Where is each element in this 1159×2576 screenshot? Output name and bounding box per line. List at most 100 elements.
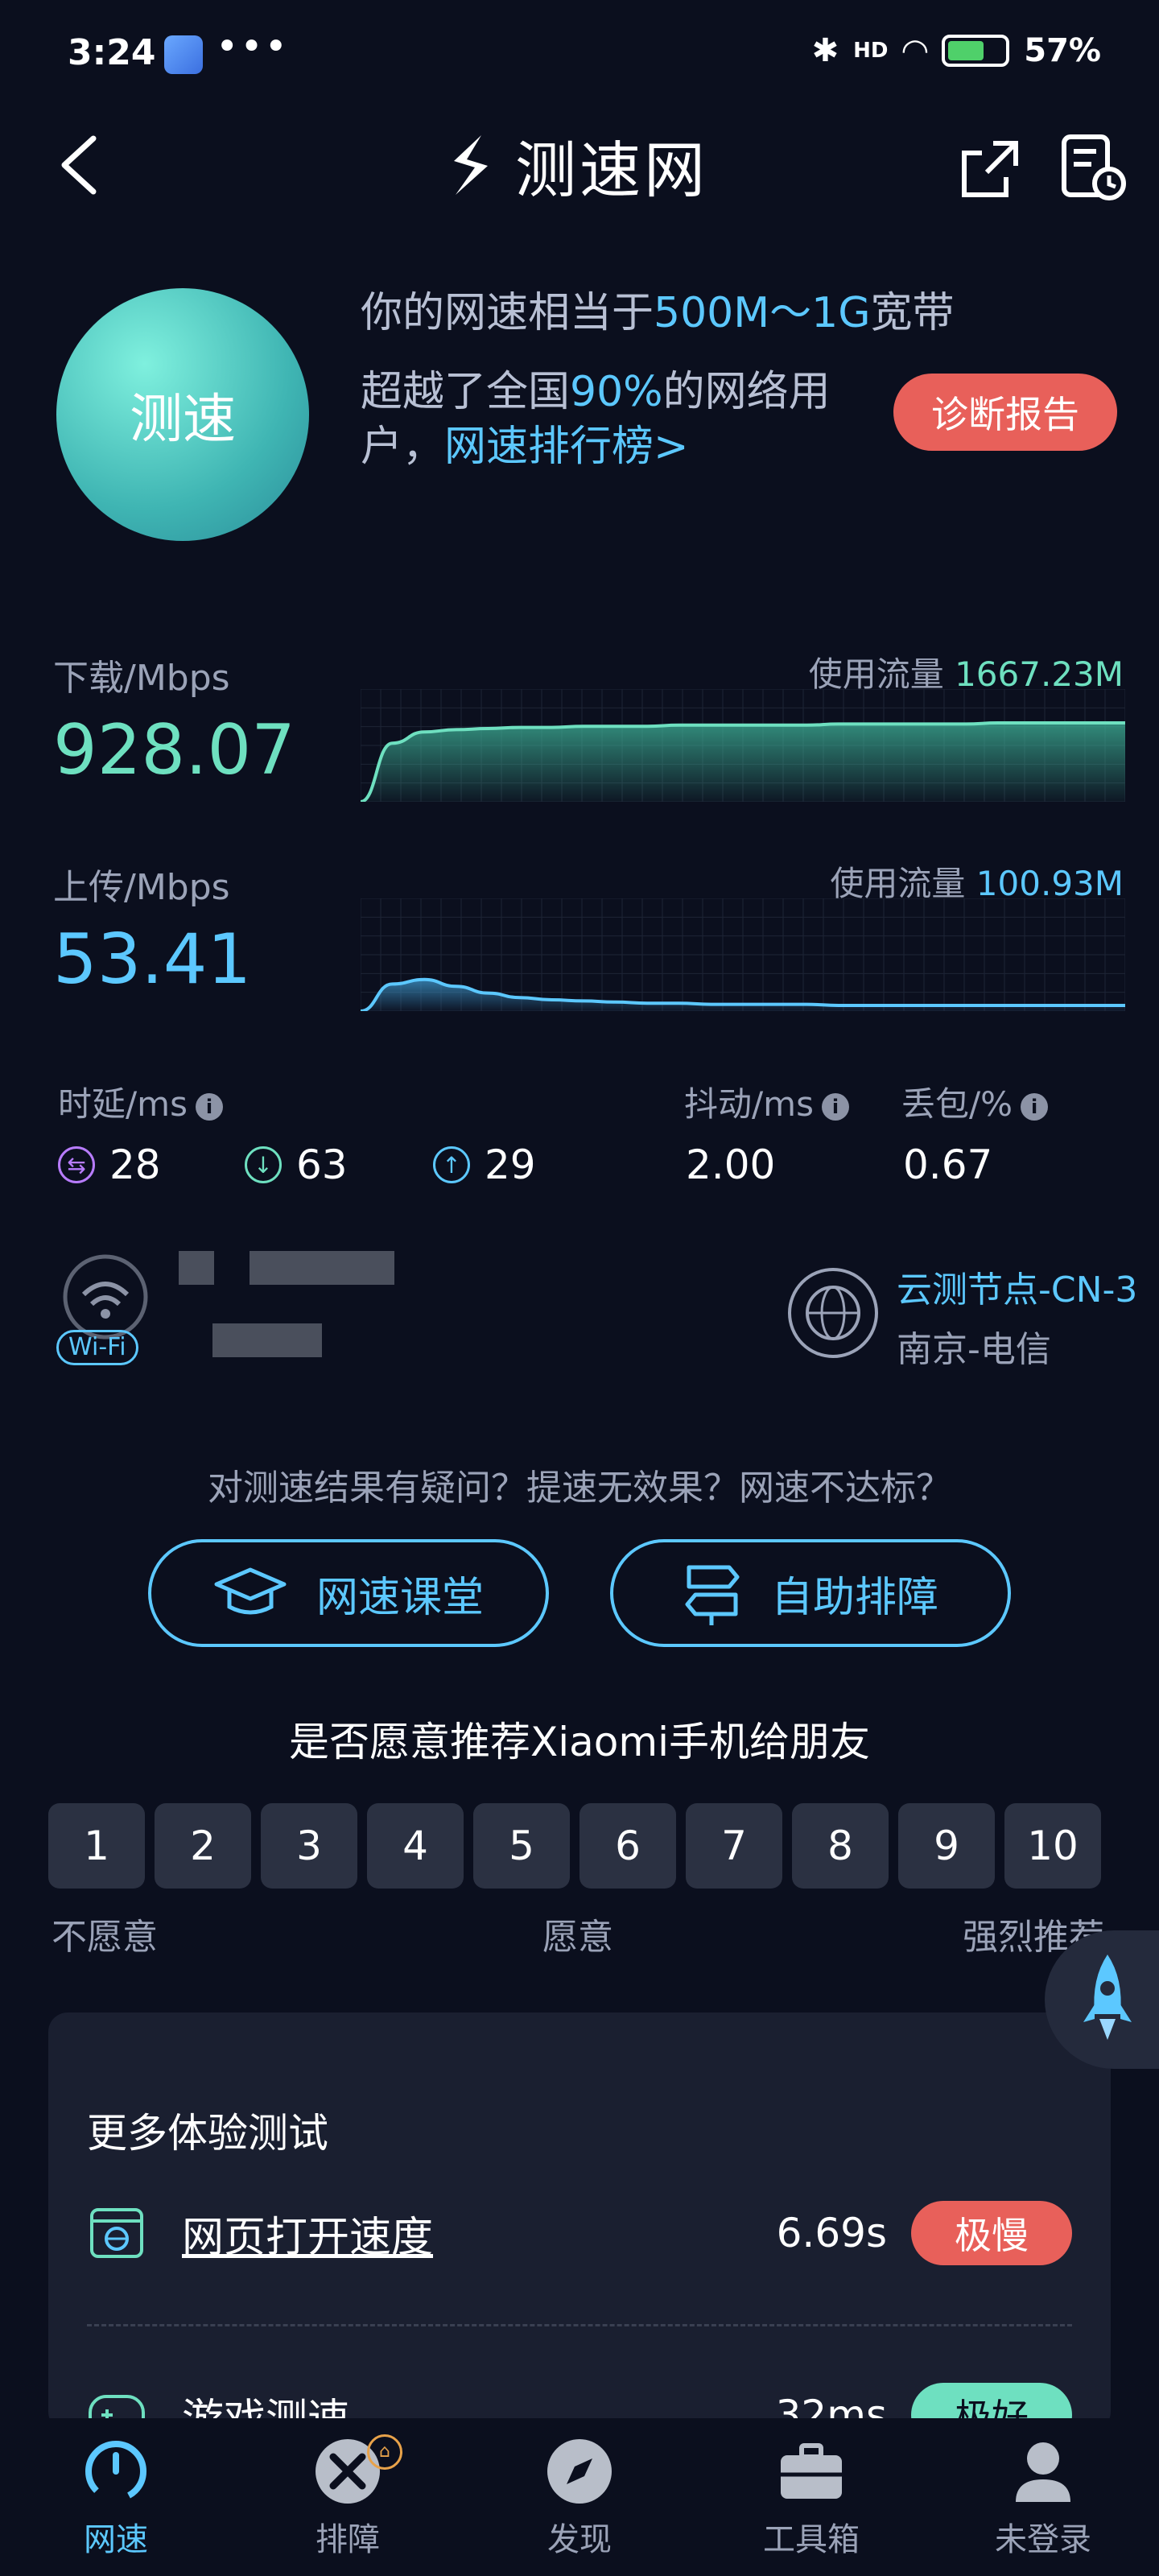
speed-class-button[interactable]: 网速课堂	[148, 1539, 549, 1647]
jitter-label: 抖动/ms i	[684, 1077, 849, 1126]
latency-upload-value: 29	[485, 1141, 536, 1188]
brand-logo-icon	[454, 135, 488, 195]
download-traffic-value: 1667.23M	[955, 654, 1124, 694]
scale-mid-label: 愿意	[542, 1917, 613, 1958]
brand: 测速网	[435, 121, 708, 209]
rating-option[interactable]: 1	[48, 1803, 145, 1889]
web-speed-row[interactable]: 网页打开速度 6.69s 极慢	[87, 2201, 1072, 2265]
signpost-icon	[685, 1565, 740, 1625]
upload-label: 上传/Mbps	[53, 867, 230, 908]
nav-account[interactable]: 未登录	[927, 2418, 1159, 2576]
rank-prefix: 超越了全国	[361, 368, 571, 416]
help-question: 对测速结果有疑问？提速无效果？网速不达标？	[208, 1468, 951, 1509]
lock-icon: ⌂	[367, 2434, 402, 2470]
nav-account-label: 未登录	[995, 2521, 1091, 2558]
latency-info-icon[interactable]: i	[195, 1092, 223, 1121]
web-speed-value: 6.69s	[776, 2210, 887, 2256]
wifi-icon	[63, 1254, 148, 1340]
rating-option[interactable]: 9	[898, 1803, 995, 1889]
scale-low-label: 不愿意	[52, 1917, 158, 1958]
loss-label-text: 丢包/%	[901, 1084, 1013, 1124]
web-speed-rating-badge: 极慢	[911, 2201, 1072, 2265]
battery-percent: 57%	[1024, 32, 1101, 69]
jitter-label-text: 抖动/ms	[684, 1084, 814, 1124]
loss-value: 0.67	[903, 1141, 993, 1188]
latency-download: ↓ 63	[245, 1141, 348, 1188]
latency-idle: ⇆ 28	[58, 1141, 161, 1188]
rocket-accelerate-button[interactable]	[1045, 1930, 1159, 2069]
battery-icon	[942, 35, 1010, 67]
back-icon[interactable]	[48, 129, 113, 201]
test-node-location: 南京-电信	[897, 1329, 1051, 1370]
redacted-ssid	[179, 1251, 214, 1285]
rank-suffix: 的网络用	[662, 368, 831, 416]
signal-icon: HD	[853, 39, 889, 63]
loss-info-icon[interactable]: i	[1021, 1092, 1049, 1121]
nav-speed[interactable]: 网速	[0, 2418, 232, 2576]
rank-value: 90%	[570, 368, 663, 416]
gallery-app-icon	[164, 35, 203, 74]
diagnose-report-button[interactable]: 诊断报告	[893, 374, 1117, 451]
share-icon[interactable]	[958, 137, 1022, 201]
web-page-icon	[90, 2208, 143, 2258]
nav-troubleshoot[interactable]: ⌂ 排障	[232, 2418, 464, 2576]
wifi-status-icon: ◠	[902, 32, 928, 69]
equiv-suffix: 宽带	[870, 289, 955, 337]
rating-option[interactable]: 6	[580, 1803, 676, 1889]
bluetooth-icon: ✱	[811, 32, 839, 69]
self-troubleshoot-button[interactable]: 自助排障	[610, 1539, 1011, 1647]
latency-label: 时延/ms i	[58, 1077, 223, 1126]
upload-traffic-label: 使用流量	[830, 864, 966, 903]
speedtest-screen: 3:24 ••• ✱ HD ◠ 57% 测速网 测速 你的网速相当于500M～1…	[0, 0, 1159, 2576]
latency-download-value: 63	[296, 1141, 348, 1188]
rating-option[interactable]: 10	[1004, 1803, 1101, 1889]
redacted-ssid	[250, 1251, 394, 1285]
rank-line-2: 户，网速排行榜>	[361, 412, 689, 473]
page-title: 测速网	[515, 134, 708, 206]
status-more-icon: •••	[216, 24, 289, 69]
self-troubleshoot-label: 自助排障	[770, 1573, 938, 1622]
jitter-info-icon[interactable]: i	[821, 1092, 849, 1121]
latency-label-text: 时延/ms	[58, 1084, 188, 1124]
history-report-icon[interactable]	[1059, 134, 1127, 201]
row-divider	[87, 2324, 1072, 2326]
rating-option[interactable]: 4	[367, 1803, 464, 1889]
nav-discover[interactable]: 发现	[464, 2418, 695, 2576]
upload-value: 53.41	[53, 919, 252, 1000]
arrow-down-icon: ↓	[245, 1146, 282, 1183]
globe-icon[interactable]	[786, 1265, 881, 1360]
rating-option[interactable]: 7	[686, 1803, 782, 1889]
user-icon	[1016, 2442, 1070, 2502]
rating-option[interactable]: 5	[473, 1803, 570, 1889]
bottom-nav: 网速 ⌂ 排障 发现 工具箱 未登录	[0, 2418, 1159, 2576]
equiv-value: 500M～1G	[654, 289, 871, 337]
rank-text: 超越了全国90%的网络用	[361, 357, 831, 418]
toolbox-icon	[781, 2443, 842, 2499]
web-speed-name[interactable]: 网页打开速度	[182, 2203, 777, 2264]
arrow-up-icon: ↑	[433, 1146, 470, 1183]
nav-troubleshoot-label: 排障	[316, 2521, 380, 2558]
upload-traffic-value: 100.93M	[975, 864, 1124, 903]
rating-scale: 1 2 3 4 5 6 7 8 9 10	[48, 1803, 1101, 1889]
rank-suffix-2: 户，	[361, 423, 445, 471]
jitter-value: 2.00	[686, 1141, 776, 1188]
test-node-name[interactable]: 云测节点-CN-3	[897, 1261, 1137, 1312]
status-indicators: ✱ HD ◠ 57%	[812, 32, 1101, 69]
rating-option[interactable]: 2	[155, 1803, 251, 1889]
download-traffic-label: 使用流量	[808, 654, 944, 694]
rating-option[interactable]: 8	[792, 1803, 889, 1889]
upload-chart	[361, 898, 1125, 1011]
latency-upload: ↑ 29	[433, 1141, 536, 1188]
nav-toolbox[interactable]: 工具箱	[695, 2418, 927, 2576]
rating-option[interactable]: 3	[261, 1803, 357, 1889]
equiv-prefix: 你的网速相当于	[361, 289, 654, 337]
speed-ranking-link[interactable]: 网速排行榜>	[444, 423, 689, 471]
recommend-question: 是否愿意推荐Xiaomi手机给朋友	[289, 1719, 870, 1765]
exchange-icon: ⇆	[58, 1146, 95, 1183]
speed-test-button[interactable]: 测速	[56, 288, 309, 541]
nav-speed-label: 网速	[84, 2521, 148, 2558]
nav-toolbox-label: 工具箱	[763, 2521, 860, 2558]
redacted-ip	[212, 1323, 322, 1357]
latency-idle-value: 28	[109, 1141, 161, 1188]
nav-discover-label: 发现	[547, 2521, 612, 2558]
